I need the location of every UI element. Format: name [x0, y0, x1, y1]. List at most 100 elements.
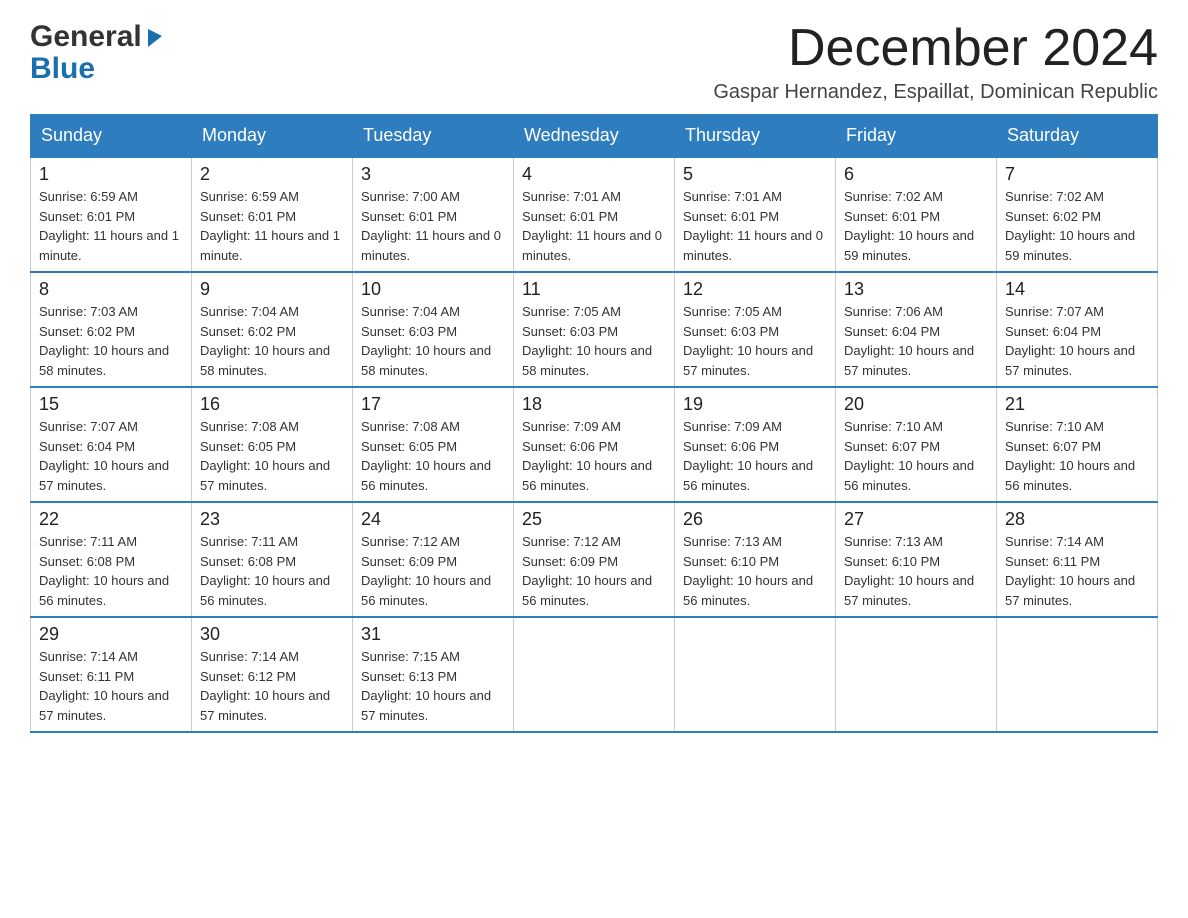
day-info: Sunrise: 7:14 AMSunset: 6:11 PMDaylight:… [1005, 534, 1135, 608]
day-info: Sunrise: 7:14 AMSunset: 6:12 PMDaylight:… [200, 649, 330, 723]
logo-triangle-icon [144, 25, 166, 52]
calendar-cell: 19 Sunrise: 7:09 AMSunset: 6:06 PMDaylig… [675, 387, 836, 502]
day-info: Sunrise: 7:00 AMSunset: 6:01 PMDaylight:… [361, 189, 501, 263]
logo-general-line: General [30, 20, 166, 54]
location-subtitle: Gaspar Hernandez, Espaillat, Dominican R… [713, 81, 1158, 104]
calendar-cell: 22 Sunrise: 7:11 AMSunset: 6:08 PMDaylig… [31, 502, 192, 617]
day-number: 1 [39, 164, 183, 185]
day-number: 26 [683, 509, 827, 530]
calendar-cell [997, 617, 1158, 732]
weekday-header-monday: Monday [192, 115, 353, 158]
calendar-cell: 28 Sunrise: 7:14 AMSunset: 6:11 PMDaylig… [997, 502, 1158, 617]
day-number: 17 [361, 394, 505, 415]
day-info: Sunrise: 7:07 AMSunset: 6:04 PMDaylight:… [1005, 304, 1135, 378]
calendar-cell: 15 Sunrise: 7:07 AMSunset: 6:04 PMDaylig… [31, 387, 192, 502]
day-number: 5 [683, 164, 827, 185]
day-number: 4 [522, 164, 666, 185]
calendar-cell: 16 Sunrise: 7:08 AMSunset: 6:05 PMDaylig… [192, 387, 353, 502]
calendar-week-row: 29 Sunrise: 7:14 AMSunset: 6:11 PMDaylig… [31, 617, 1158, 732]
month-title: December 2024 [713, 20, 1158, 77]
weekday-header-sunday: Sunday [31, 115, 192, 158]
title-area: December 2024 Gaspar Hernandez, Espailla… [713, 20, 1158, 104]
day-info: Sunrise: 7:12 AMSunset: 6:09 PMDaylight:… [522, 534, 652, 608]
day-number: 25 [522, 509, 666, 530]
calendar-cell: 17 Sunrise: 7:08 AMSunset: 6:05 PMDaylig… [353, 387, 514, 502]
calendar-cell: 4 Sunrise: 7:01 AMSunset: 6:01 PMDayligh… [514, 157, 675, 272]
day-info: Sunrise: 7:08 AMSunset: 6:05 PMDaylight:… [200, 419, 330, 493]
day-info: Sunrise: 7:07 AMSunset: 6:04 PMDaylight:… [39, 419, 169, 493]
calendar-cell: 12 Sunrise: 7:05 AMSunset: 6:03 PMDaylig… [675, 272, 836, 387]
day-number: 3 [361, 164, 505, 185]
calendar-cell: 2 Sunrise: 6:59 AMSunset: 6:01 PMDayligh… [192, 157, 353, 272]
weekday-header-saturday: Saturday [997, 115, 1158, 158]
day-number: 2 [200, 164, 344, 185]
day-number: 11 [522, 279, 666, 300]
day-info: Sunrise: 7:11 AMSunset: 6:08 PMDaylight:… [200, 534, 330, 608]
day-info: Sunrise: 7:09 AMSunset: 6:06 PMDaylight:… [683, 419, 813, 493]
day-info: Sunrise: 7:05 AMSunset: 6:03 PMDaylight:… [522, 304, 652, 378]
calendar-cell: 20 Sunrise: 7:10 AMSunset: 6:07 PMDaylig… [836, 387, 997, 502]
day-info: Sunrise: 7:01 AMSunset: 6:01 PMDaylight:… [683, 189, 823, 263]
day-info: Sunrise: 7:04 AMSunset: 6:02 PMDaylight:… [200, 304, 330, 378]
calendar-cell: 13 Sunrise: 7:06 AMSunset: 6:04 PMDaylig… [836, 272, 997, 387]
logo: General Blue [30, 20, 166, 84]
day-number: 8 [39, 279, 183, 300]
day-number: 18 [522, 394, 666, 415]
day-info: Sunrise: 7:14 AMSunset: 6:11 PMDaylight:… [39, 649, 169, 723]
weekday-header-wednesday: Wednesday [514, 115, 675, 158]
logo-general-text: General [30, 20, 142, 54]
day-info: Sunrise: 7:06 AMSunset: 6:04 PMDaylight:… [844, 304, 974, 378]
day-number: 6 [844, 164, 988, 185]
day-info: Sunrise: 7:13 AMSunset: 6:10 PMDaylight:… [844, 534, 974, 608]
day-info: Sunrise: 6:59 AMSunset: 6:01 PMDaylight:… [39, 189, 179, 263]
day-number: 20 [844, 394, 988, 415]
day-info: Sunrise: 7:12 AMSunset: 6:09 PMDaylight:… [361, 534, 491, 608]
calendar-cell: 27 Sunrise: 7:13 AMSunset: 6:10 PMDaylig… [836, 502, 997, 617]
page-header: General Blue December 2024 Gaspar Hernan… [30, 20, 1158, 104]
calendar-cell [675, 617, 836, 732]
day-number: 12 [683, 279, 827, 300]
day-info: Sunrise: 7:02 AMSunset: 6:01 PMDaylight:… [844, 189, 974, 263]
day-number: 24 [361, 509, 505, 530]
day-number: 7 [1005, 164, 1149, 185]
calendar-week-row: 15 Sunrise: 7:07 AMSunset: 6:04 PMDaylig… [31, 387, 1158, 502]
day-number: 23 [200, 509, 344, 530]
day-info: Sunrise: 7:09 AMSunset: 6:06 PMDaylight:… [522, 419, 652, 493]
day-info: Sunrise: 7:15 AMSunset: 6:13 PMDaylight:… [361, 649, 491, 723]
day-number: 31 [361, 624, 505, 645]
day-number: 27 [844, 509, 988, 530]
day-info: Sunrise: 7:02 AMSunset: 6:02 PMDaylight:… [1005, 189, 1135, 263]
calendar-cell: 31 Sunrise: 7:15 AMSunset: 6:13 PMDaylig… [353, 617, 514, 732]
day-number: 19 [683, 394, 827, 415]
day-info: Sunrise: 7:11 AMSunset: 6:08 PMDaylight:… [39, 534, 169, 608]
day-info: Sunrise: 7:10 AMSunset: 6:07 PMDaylight:… [844, 419, 974, 493]
calendar-cell: 26 Sunrise: 7:13 AMSunset: 6:10 PMDaylig… [675, 502, 836, 617]
day-number: 28 [1005, 509, 1149, 530]
calendar-cell: 30 Sunrise: 7:14 AMSunset: 6:12 PMDaylig… [192, 617, 353, 732]
weekday-header-friday: Friday [836, 115, 997, 158]
day-info: Sunrise: 7:03 AMSunset: 6:02 PMDaylight:… [39, 304, 169, 378]
day-number: 9 [200, 279, 344, 300]
calendar-cell: 7 Sunrise: 7:02 AMSunset: 6:02 PMDayligh… [997, 157, 1158, 272]
calendar-cell: 18 Sunrise: 7:09 AMSunset: 6:06 PMDaylig… [514, 387, 675, 502]
calendar-cell: 3 Sunrise: 7:00 AMSunset: 6:01 PMDayligh… [353, 157, 514, 272]
weekday-header-tuesday: Tuesday [353, 115, 514, 158]
day-number: 29 [39, 624, 183, 645]
day-info: Sunrise: 7:08 AMSunset: 6:05 PMDaylight:… [361, 419, 491, 493]
calendar-week-row: 8 Sunrise: 7:03 AMSunset: 6:02 PMDayligh… [31, 272, 1158, 387]
calendar-cell: 5 Sunrise: 7:01 AMSunset: 6:01 PMDayligh… [675, 157, 836, 272]
calendar-cell: 9 Sunrise: 7:04 AMSunset: 6:02 PMDayligh… [192, 272, 353, 387]
calendar-cell: 23 Sunrise: 7:11 AMSunset: 6:08 PMDaylig… [192, 502, 353, 617]
calendar-cell: 11 Sunrise: 7:05 AMSunset: 6:03 PMDaylig… [514, 272, 675, 387]
day-number: 15 [39, 394, 183, 415]
calendar-header-row: SundayMondayTuesdayWednesdayThursdayFrid… [31, 115, 1158, 158]
calendar-cell: 24 Sunrise: 7:12 AMSunset: 6:09 PMDaylig… [353, 502, 514, 617]
weekday-header-thursday: Thursday [675, 115, 836, 158]
day-number: 13 [844, 279, 988, 300]
day-number: 21 [1005, 394, 1149, 415]
day-number: 30 [200, 624, 344, 645]
calendar-cell: 1 Sunrise: 6:59 AMSunset: 6:01 PMDayligh… [31, 157, 192, 272]
calendar-cell: 21 Sunrise: 7:10 AMSunset: 6:07 PMDaylig… [997, 387, 1158, 502]
day-number: 14 [1005, 279, 1149, 300]
day-number: 22 [39, 509, 183, 530]
